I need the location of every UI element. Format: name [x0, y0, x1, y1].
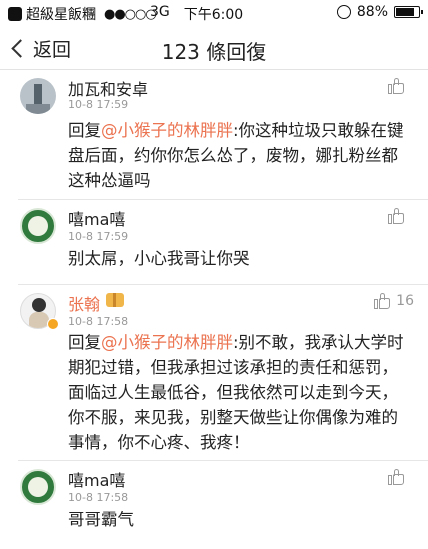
network-type: 3G	[150, 4, 170, 20]
comment-item: 张翰 10-8 17:58 16 回复@小猴子的林胖胖:别不敢，我承认大学时期犯…	[0, 285, 428, 460]
thumbs-up-icon	[388, 208, 404, 224]
signal-strength: ●●○○○	[104, 6, 157, 22]
avatar-emblem-inner	[28, 477, 48, 497]
avatar-body-shape	[29, 312, 49, 328]
avatar[interactable]	[20, 469, 56, 505]
comment-time: 10-8 17:59	[68, 230, 129, 243]
comment-time: 10-8 17:58	[68, 491, 129, 504]
like-button[interactable]	[388, 469, 410, 485]
mention-link[interactable]: @小猴子的林胖胖	[101, 121, 233, 140]
commenter-name[interactable]: 嘻ma嘻	[68, 467, 125, 491]
avatar[interactable]	[20, 78, 56, 114]
comment-item: 嘻ma嘻 10-8 17:58 哥哥霸气	[0, 461, 428, 549]
comment-text: 别太屌，小心我哥让你哭	[68, 246, 410, 271]
commenter-name[interactable]: 张翰	[68, 291, 100, 315]
thumbs-up-icon	[388, 469, 404, 485]
mention-link[interactable]: @小猴子的林胖胖	[101, 333, 233, 352]
like-button[interactable]	[388, 78, 410, 94]
like-button[interactable]: 16	[374, 293, 414, 309]
status-center: 3G 下午6:00	[150, 4, 243, 24]
status-time: 下午6:00	[183, 7, 244, 23]
comment-time: 10-8 17:58	[68, 315, 129, 328]
status-bar: 超級星飯糰 ●●○○○ 3G 下午6:00 88%	[0, 0, 428, 26]
comment-time: 10-8 17:59	[68, 98, 129, 111]
status-left: 超級星飯糰 ●●○○○	[8, 4, 157, 24]
comment-text: 回复@小猴子的林胖胖:别不敢，我承认大学时期犯过错，但我承担过该承担的责任和惩罚…	[68, 330, 410, 455]
thumbs-up-icon	[374, 293, 391, 309]
reply-prefix: 回复	[68, 333, 101, 352]
thumbs-up-icon	[388, 78, 404, 94]
comment-text: 回复@小猴子的林胖胖:你这种垃圾只敢躲在键盘后面，约你你怎么怂了，废物，娜扎粉丝…	[68, 118, 410, 193]
reply-prefix: 回复	[68, 121, 101, 140]
like-count: 16	[396, 293, 414, 309]
status-right: 88%	[336, 4, 423, 20]
carrier-name: 超級星飯糰	[26, 7, 96, 23]
verified-badge-icon	[47, 318, 59, 330]
battery-fill	[396, 8, 414, 16]
comment-body: 别太屌，小心我哥让你哭	[68, 249, 250, 268]
rotation-lock-icon	[336, 5, 351, 19]
commenter-name[interactable]: 加瓦和安卓	[68, 76, 148, 100]
avatar-head-shape	[32, 298, 46, 312]
comment-item: 嘻ma嘻 10-8 17:59 别太屌，小心我哥让你哭	[0, 200, 428, 284]
commenter-name[interactable]: 嘻ma嘻	[68, 206, 125, 230]
battery-icon	[394, 6, 423, 18]
like-button[interactable]	[388, 208, 410, 224]
comment-body: 哥哥霸气	[68, 510, 134, 529]
carrier-logo-icon	[8, 7, 22, 21]
comment-item: 加瓦和安卓 10-8 17:59 回复@小猴子的林胖胖:你这种垃圾只敢躲在键盘后…	[0, 70, 428, 200]
avatar-base-shape	[26, 104, 50, 114]
avatar-emblem-inner	[28, 216, 48, 236]
member-badge-icon	[106, 293, 124, 307]
page-title: 123 條回復	[161, 40, 267, 64]
comment-text: 哥哥霸气	[68, 507, 410, 532]
battery-percent: 88%	[356, 4, 388, 20]
avatar[interactable]	[20, 208, 56, 244]
nav-bar: 返回 123 條回復	[0, 26, 428, 70]
